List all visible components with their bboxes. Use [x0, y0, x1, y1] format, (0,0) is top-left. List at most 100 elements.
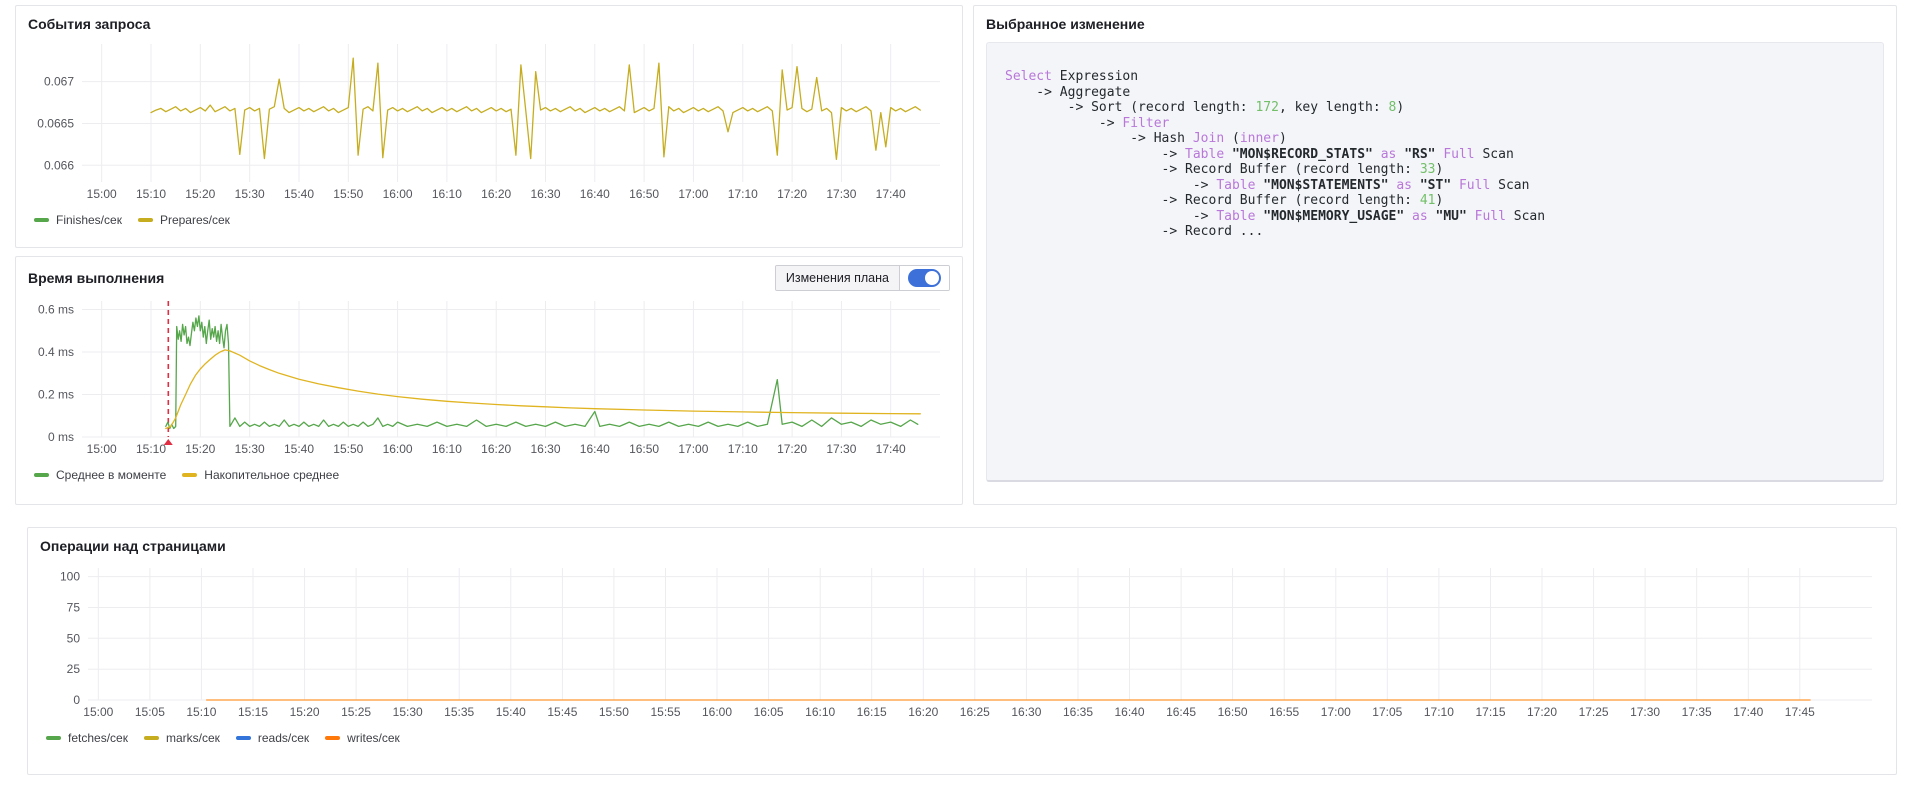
svg-text:16:40: 16:40: [1114, 705, 1144, 719]
svg-text:15:40: 15:40: [284, 187, 314, 201]
execution-time-chart[interactable]: 15:00 15:10 15:20 15:30 15:40 15:50 16:00 16:10…: [28, 291, 950, 461]
svg-text:16:35: 16:35: [1063, 705, 1093, 719]
legend-item[interactable]: marks/сек: [143, 731, 220, 745]
svg-text:15:30: 15:30: [235, 187, 265, 201]
svg-text:17:45: 17:45: [1785, 705, 1815, 719]
svg-text:17:00: 17:00: [1321, 705, 1351, 719]
svg-text:0.066: 0.066: [44, 158, 74, 172]
svg-text:16:50: 16:50: [629, 442, 659, 456]
svg-text:50: 50: [67, 631, 81, 645]
svg-text:17:20: 17:20: [777, 187, 807, 201]
legend-swatch: [182, 473, 198, 477]
svg-text:0: 0: [73, 693, 80, 707]
legend-item[interactable]: Prepares/сек: [137, 213, 230, 227]
svg-text:16:40: 16:40: [580, 187, 610, 201]
svg-text:15:00: 15:00: [87, 187, 117, 201]
svg-text:100: 100: [60, 570, 80, 584]
toggle-switch-container: [900, 266, 949, 290]
svg-text:0.0665: 0.0665: [37, 117, 74, 131]
plan-changes-toggle-group: Изменения плана: [774, 265, 950, 291]
legend-item[interactable]: Среднее в моменте: [34, 468, 166, 482]
svg-text:17:30: 17:30: [826, 442, 856, 456]
panel-title: Операции над страницами: [40, 538, 226, 554]
svg-text:16:20: 16:20: [481, 442, 511, 456]
page-operations-chart[interactable]: 15:00 15:05 15:10 15:15 15:20 15:25 15:30 15:35…: [40, 556, 1884, 724]
legend-label: Finishes/сек: [56, 213, 122, 227]
svg-text:17:00: 17:00: [678, 442, 708, 456]
legend-item[interactable]: writes/сек: [325, 731, 400, 745]
request-events-legend: Finishes/сек Prepares/сек: [28, 213, 950, 227]
panel-execution-time: Время выполнения Изменения плана 15:00 15…: [15, 256, 963, 505]
legend-item[interactable]: fetches/сек: [46, 731, 128, 745]
svg-text:16:50: 16:50: [629, 187, 659, 201]
legend-item[interactable]: Finishes/сек: [34, 213, 122, 227]
svg-text:17:25: 17:25: [1579, 705, 1609, 719]
svg-text:16:40: 16:40: [580, 442, 610, 456]
legend-label: writes/сек: [347, 731, 400, 745]
svg-text:15:50: 15:50: [333, 442, 363, 456]
svg-text:16:10: 16:10: [432, 187, 462, 201]
svg-text:17:30: 17:30: [1630, 705, 1660, 719]
panel-title: События запроса: [28, 16, 151, 32]
legend-swatch: [137, 218, 153, 222]
svg-text:15:10: 15:10: [186, 705, 216, 719]
svg-text:17:40: 17:40: [876, 187, 906, 201]
query-plan-code-block: Select Expression -> Aggregate -> Sort (…: [986, 42, 1884, 482]
legend-swatch: [34, 218, 49, 222]
svg-text:17:15: 17:15: [1475, 705, 1505, 719]
svg-text:15:10: 15:10: [136, 442, 166, 456]
svg-text:15:00: 15:00: [87, 442, 117, 456]
svg-text:17:00: 17:00: [678, 187, 708, 201]
svg-text:0 ms: 0 ms: [48, 430, 74, 444]
svg-text:17:10: 17:10: [728, 187, 758, 201]
svg-text:16:30: 16:30: [530, 442, 560, 456]
svg-text:16:55: 16:55: [1269, 705, 1299, 719]
svg-text:17:20: 17:20: [777, 442, 807, 456]
svg-text:0.2 ms: 0.2 ms: [38, 388, 74, 402]
legend-item[interactable]: Накопительное среднее: [182, 468, 339, 482]
legend-label: Накопительное среднее: [204, 468, 340, 482]
legend-label: Prepares/сек: [159, 213, 230, 227]
svg-text:15:50: 15:50: [333, 187, 363, 201]
svg-text:17:30: 17:30: [826, 187, 856, 201]
panel-title: Время выполнения: [28, 270, 165, 286]
svg-text:16:00: 16:00: [383, 442, 413, 456]
svg-text:0.4 ms: 0.4 ms: [38, 345, 74, 359]
svg-text:16:10: 16:10: [805, 705, 835, 719]
dashboard-page: События запроса 15:00 15:10 15:20 15:30 15:4…: [0, 0, 1911, 790]
svg-text:15:50: 15:50: [599, 705, 629, 719]
svg-text:16:30: 16:30: [530, 187, 560, 201]
legend-item[interactable]: reads/сек: [235, 731, 309, 745]
svg-text:15:30: 15:30: [235, 442, 265, 456]
svg-text:0.067: 0.067: [44, 75, 74, 89]
panel-selected-change: Выбранное изменение Select Expression ->…: [973, 5, 1897, 505]
svg-text:17:35: 17:35: [1682, 705, 1712, 719]
page-operations-legend: fetches/сек marks/сек reads/сек writes/сек: [40, 731, 1884, 745]
svg-text:16:10: 16:10: [432, 442, 462, 456]
svg-text:15:20: 15:20: [290, 705, 320, 719]
svg-text:75: 75: [67, 601, 81, 615]
svg-text:16:45: 16:45: [1166, 705, 1196, 719]
legend-swatch: [235, 736, 251, 740]
svg-text:17:40: 17:40: [1733, 705, 1763, 719]
svg-text:25: 25: [67, 662, 81, 676]
svg-text:15:20: 15:20: [185, 187, 215, 201]
svg-text:16:00: 16:00: [383, 187, 413, 201]
svg-text:15:40: 15:40: [496, 705, 526, 719]
panel-page-operations: Операции над страницами 15:00 15:05 15:10 1…: [27, 527, 1897, 775]
svg-text:16:20: 16:20: [481, 187, 511, 201]
request-events-chart[interactable]: 15:00 15:10 15:20 15:30 15:40 15:50 16:00 16:10…: [28, 34, 950, 206]
svg-text:15:05: 15:05: [135, 705, 165, 719]
svg-text:16:30: 16:30: [1011, 705, 1041, 719]
legend-swatch: [325, 736, 341, 740]
svg-text:17:10: 17:10: [1424, 705, 1454, 719]
plan-changes-toggle[interactable]: [908, 269, 941, 287]
svg-text:15:30: 15:30: [393, 705, 423, 719]
svg-text:15:40: 15:40: [284, 442, 314, 456]
svg-text:15:55: 15:55: [650, 705, 680, 719]
svg-text:15:10: 15:10: [136, 187, 166, 201]
svg-text:15:20: 15:20: [185, 442, 215, 456]
svg-text:17:10: 17:10: [728, 442, 758, 456]
svg-text:16:05: 16:05: [754, 705, 784, 719]
legend-swatch: [46, 736, 61, 740]
